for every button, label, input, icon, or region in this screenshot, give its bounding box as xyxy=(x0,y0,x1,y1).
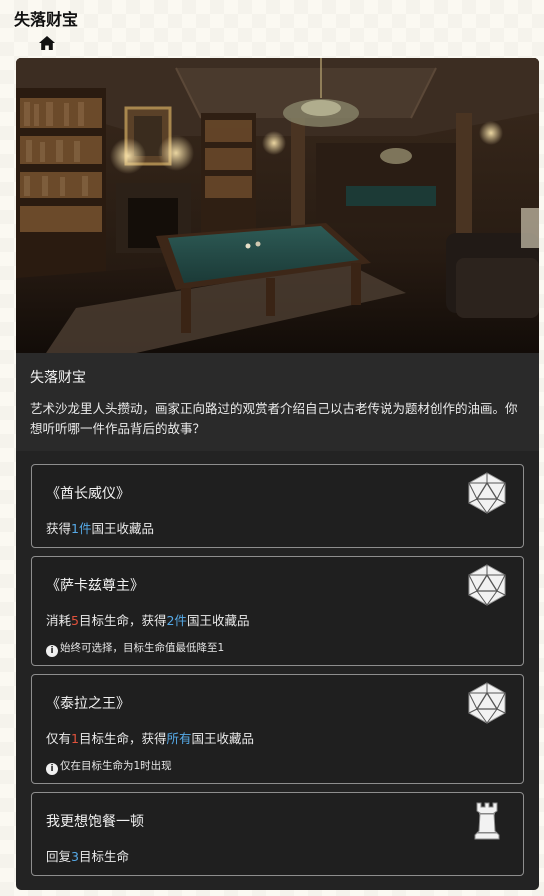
event-description: 艺术沙龙里人头攒动，画家正向路过的观赏者介绍自己以古老传说为题材创作的油画。你想… xyxy=(30,401,518,436)
option-effect: 消耗5目标生命，获得2件国王收藏品 xyxy=(46,613,250,628)
info-icon: i xyxy=(46,645,58,657)
home-icon xyxy=(39,36,55,50)
option-note: i 始终可选择，目标生命值最低降至1 xyxy=(46,640,224,657)
option-title: 《泰拉之王》 xyxy=(46,696,130,712)
option-king-of-terra[interactable]: 《泰拉之王》 仅有1目标生命，获得所有国王收藏品 i 仅在目标生命为1时出现 xyxy=(31,674,524,784)
option-note: i 仅在目标生命为1时出现 xyxy=(46,758,172,775)
d20-icon xyxy=(468,564,506,606)
option-chieftain-majesty[interactable]: 《酋长威仪》 获得1件国王收藏品 xyxy=(31,464,524,548)
option-eat-meal[interactable]: 我更想饱餐一顿 回复3目标生命 xyxy=(31,792,524,876)
option-title: 我更想饱餐一顿 xyxy=(46,814,144,830)
option-effect: 仅有1目标生命，获得所有国王收藏品 xyxy=(46,731,255,746)
chess-rook-icon xyxy=(474,802,500,840)
event-scene-image xyxy=(16,58,539,353)
option-effect: 获得1件国王收藏品 xyxy=(46,521,154,536)
app-title: 失落财宝 xyxy=(14,10,79,29)
d20-icon xyxy=(468,682,506,724)
event-header: 失落财宝 艺术沙龙里人头攒动，画家正向路过的观赏者介绍自己以古老传说为题材创作的… xyxy=(16,353,539,451)
option-effect: 回复3目标生命 xyxy=(46,849,129,864)
info-icon: i xyxy=(46,763,58,775)
home-button[interactable] xyxy=(38,35,56,51)
option-sarkaz-lord[interactable]: 《萨卡兹尊主》 消耗5目标生命，获得2件国王收藏品 i 始终可选择，目标生命值最低… xyxy=(31,556,524,666)
option-title: 《萨卡兹尊主》 xyxy=(46,578,144,594)
event-card: 失落财宝 艺术沙龙里人头攒动，画家正向路过的观赏者介绍自己以古老传说为题材创作的… xyxy=(16,58,539,890)
option-title: 《酋长威仪》 xyxy=(46,486,130,502)
d20-icon xyxy=(468,472,506,514)
event-title: 失落财宝 xyxy=(30,370,86,386)
